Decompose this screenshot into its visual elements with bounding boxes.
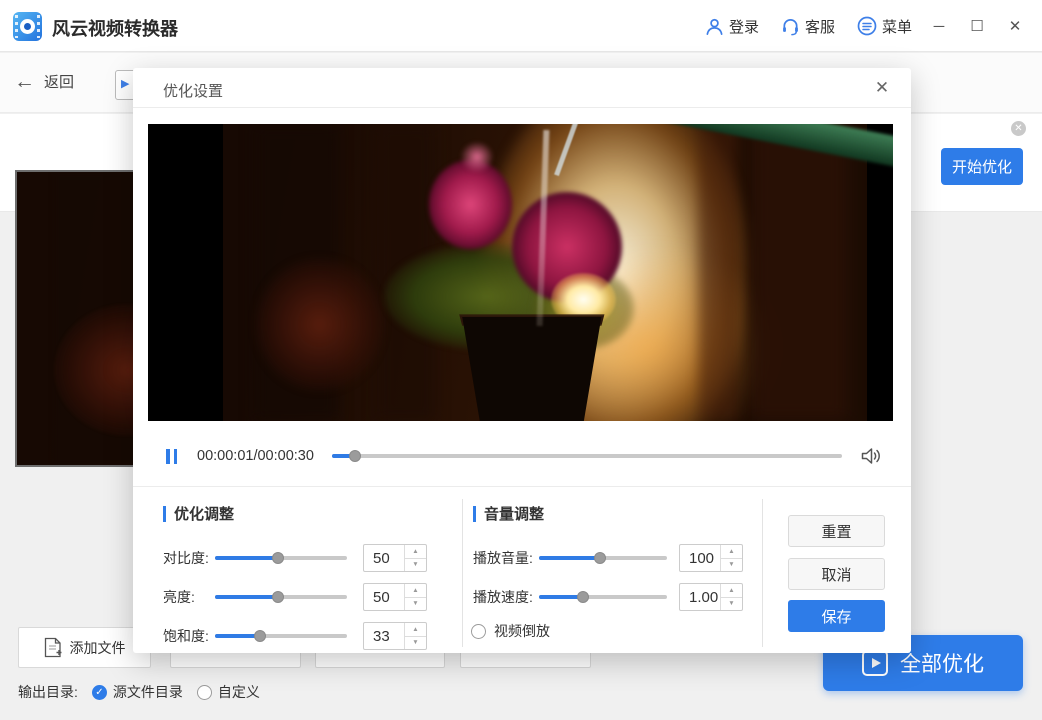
saturation-down-icon[interactable]: ▼	[405, 637, 426, 650]
custom-dir-option[interactable]: 自定义	[197, 682, 260, 702]
brightness-down-icon[interactable]: ▼	[405, 598, 426, 611]
add-file-label: 添加文件	[70, 638, 126, 658]
menu-label: 菜单	[882, 16, 912, 37]
user-icon	[705, 17, 724, 36]
brightness-row: 亮度: 50 ▲▼	[163, 583, 427, 611]
video-preview[interactable]	[148, 124, 893, 421]
dialog-title: 优化设置	[163, 80, 223, 101]
custom-dir-radio[interactable]	[197, 685, 212, 700]
login-button[interactable]: 登录	[705, 16, 759, 37]
close-button[interactable]: ✕	[996, 0, 1034, 52]
play-speed-row: 播放速度: 1.00 ▲▼	[473, 583, 743, 611]
contrast-slider-handle[interactable]	[272, 552, 284, 564]
play-speed-value[interactable]: 1.00	[680, 584, 720, 610]
contrast-spinner[interactable]: 50 ▲▼	[363, 544, 427, 572]
back-label: 返回	[44, 71, 74, 92]
remove-file-icon[interactable]: ✕	[1011, 121, 1026, 136]
volume-icon[interactable]	[860, 446, 882, 466]
play-speed-slider-handle[interactable]	[577, 591, 589, 603]
customer-service-button[interactable]: 客服	[781, 16, 835, 37]
pause-button[interactable]	[166, 449, 177, 464]
dialog-header: 优化设置 ✕	[133, 68, 911, 108]
saturation-label: 饱和度:	[163, 626, 215, 646]
source-dir-radio-checked[interactable]: ✓	[92, 685, 107, 700]
volume-section-header: 音量调整	[473, 503, 544, 524]
login-label: 登录	[729, 16, 759, 37]
contrast-slider[interactable]	[215, 556, 347, 560]
reverse-video-label: 视频倒放	[494, 621, 550, 641]
start-optimize-button[interactable]: 开始优化	[941, 148, 1023, 185]
time-display: 00:00:01/00:00:30	[197, 448, 314, 464]
saturation-slider[interactable]	[215, 634, 347, 638]
save-button[interactable]: 保存	[788, 600, 885, 632]
play-volume-row: 播放音量: 100 ▲▼	[473, 544, 743, 572]
source-dir-option[interactable]: ✓ 源文件目录	[92, 682, 183, 702]
play-speed-slider[interactable]	[539, 595, 667, 599]
minimize-button[interactable]: ─	[920, 0, 958, 52]
dialog-close-icon[interactable]: ✕	[871, 77, 893, 99]
contrast-up-icon[interactable]: ▲	[405, 545, 426, 559]
play-icon	[862, 650, 888, 676]
play-speed-up-icon[interactable]: ▲	[721, 584, 742, 598]
output-directory-label: 输出目录:	[18, 682, 78, 702]
saturation-spinner[interactable]: 33 ▲▼	[363, 622, 427, 650]
play-volume-value[interactable]: 100	[680, 545, 720, 571]
back-button[interactable]: ← 返回	[14, 71, 74, 92]
saturation-slider-handle[interactable]	[254, 630, 266, 642]
optimize-settings-dialog: 优化设置 ✕ 00:00:01/00:00:30	[133, 68, 911, 653]
app-title: 风云视频转换器	[52, 15, 178, 41]
player-bar: 00:00:01/00:00:30	[148, 434, 893, 478]
play-speed-spinner[interactable]: 1.00 ▲▼	[679, 583, 743, 611]
brightness-up-icon[interactable]: ▲	[405, 584, 426, 598]
reset-button[interactable]: 重置	[788, 515, 885, 547]
back-arrow-icon: ←	[14, 71, 35, 92]
play-volume-slider[interactable]	[539, 556, 667, 560]
optimize-section-header: 优化调整	[163, 503, 234, 524]
play-volume-label: 播放音量:	[473, 548, 539, 568]
seek-handle[interactable]	[349, 450, 361, 462]
brightness-slider[interactable]	[215, 595, 347, 599]
optimize-all-label: 全部优化	[900, 648, 984, 678]
play-volume-down-icon[interactable]: ▼	[721, 559, 742, 572]
play-speed-down-icon[interactable]: ▼	[721, 598, 742, 611]
add-file-button[interactable]: 添加文件	[18, 627, 151, 668]
service-label: 客服	[805, 16, 835, 37]
cancel-button[interactable]: 取消	[788, 558, 885, 590]
reverse-video-option[interactable]: 视频倒放	[471, 621, 550, 641]
saturation-up-icon[interactable]: ▲	[405, 623, 426, 637]
contrast-label: 对比度:	[163, 548, 215, 568]
source-dir-label: 源文件目录	[113, 682, 183, 702]
contrast-row: 对比度: 50 ▲▼	[163, 544, 427, 572]
maximize-button[interactable]: ☐	[958, 0, 996, 52]
play-volume-slider-handle[interactable]	[594, 552, 606, 564]
menu-button[interactable]: 菜单	[857, 16, 912, 37]
menu-icon	[857, 16, 877, 36]
play-volume-spinner[interactable]: 100 ▲▼	[679, 544, 743, 572]
brightness-value[interactable]: 50	[364, 584, 404, 610]
add-file-icon	[44, 637, 62, 658]
brightness-label: 亮度:	[163, 587, 215, 607]
headset-icon	[781, 17, 800, 36]
contrast-value[interactable]: 50	[364, 545, 404, 571]
custom-dir-label: 自定义	[218, 682, 260, 702]
play-volume-up-icon[interactable]: ▲	[721, 545, 742, 559]
seek-bar[interactable]	[332, 454, 842, 458]
adjustment-panel: 优化调整 对比度: 50 ▲▼ 亮度: 50 ▲▼ 饱和度:	[133, 486, 911, 653]
contrast-down-icon[interactable]: ▼	[405, 559, 426, 572]
app-logo-icon	[13, 12, 42, 41]
reverse-video-radio[interactable]	[471, 624, 486, 639]
play-speed-label: 播放速度:	[473, 587, 539, 607]
output-directory-row: 输出目录: ✓ 源文件目录 自定义	[18, 682, 260, 702]
saturation-value[interactable]: 33	[364, 623, 404, 649]
brightness-spinner[interactable]: 50 ▲▼	[363, 583, 427, 611]
brightness-slider-handle[interactable]	[272, 591, 284, 603]
title-bar: 风云视频转换器 登录 客服 菜单 ─ ☐ ✕	[0, 0, 1042, 52]
saturation-row: 饱和度: 33 ▲▼	[163, 622, 427, 650]
